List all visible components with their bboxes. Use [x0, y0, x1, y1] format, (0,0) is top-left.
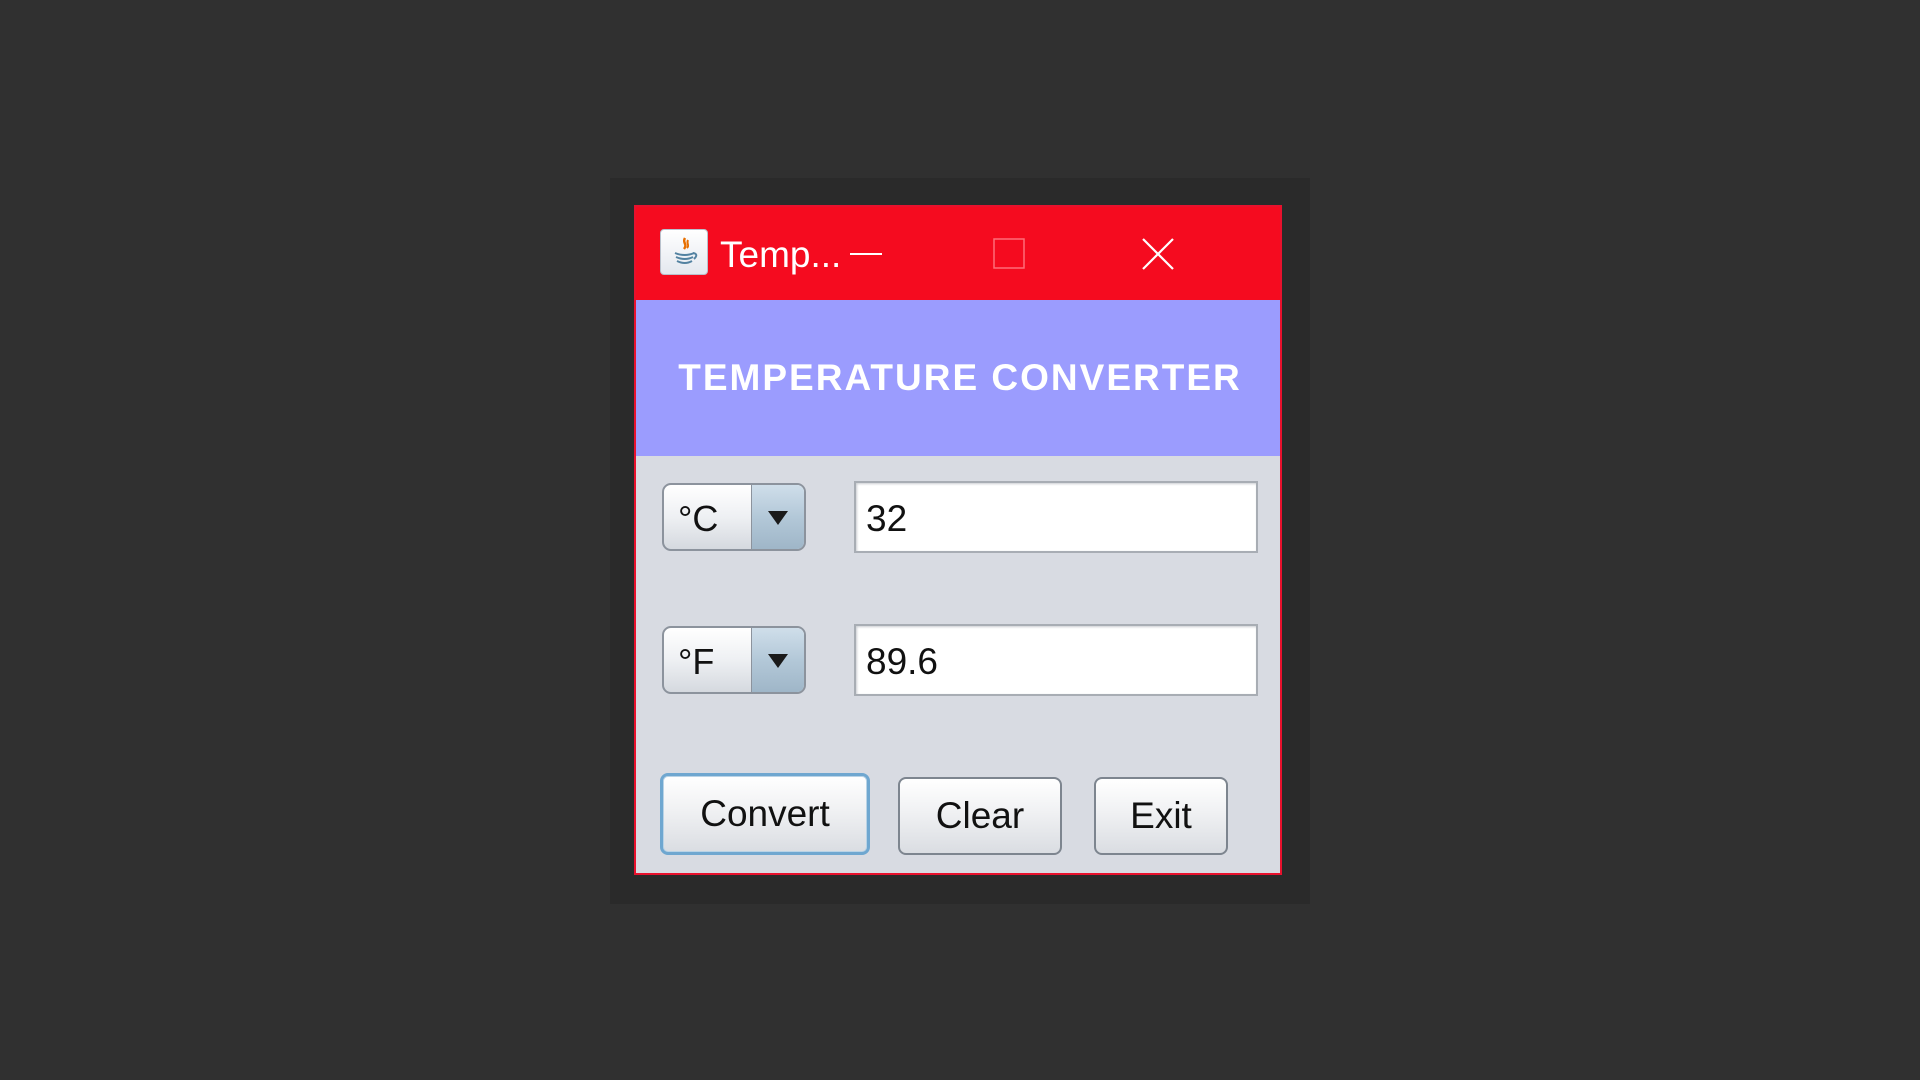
minimize-icon: [850, 253, 882, 255]
temperature-input-value: 89.6: [866, 641, 939, 682]
minimize-button[interactable]: [816, 207, 916, 300]
unit-select-value: °C: [678, 498, 719, 539]
java-icon: [660, 229, 708, 275]
chevron-down-icon: [768, 654, 788, 668]
temperature-input-value: 32: [866, 498, 908, 539]
close-button[interactable]: [1108, 207, 1208, 300]
unit-select-to[interactable]: °F: [662, 626, 806, 694]
clear-button[interactable]: Clear: [898, 777, 1062, 855]
close-icon: [1142, 238, 1174, 270]
header-title: TEMPERATURE CONVERTER: [678, 357, 1242, 398]
unit-select-from[interactable]: °C: [662, 483, 806, 551]
chevron-down-icon: [768, 511, 788, 525]
temperature-input-to[interactable]: 89.6: [854, 624, 1258, 696]
exit-button[interactable]: Exit: [1094, 777, 1228, 855]
title-bar[interactable]: Temp...: [636, 207, 1280, 300]
convert-button[interactable]: Convert: [660, 773, 870, 855]
unit-select-value: °F: [678, 641, 715, 682]
app-window: Temp... TEMPERATURE CONVERTER °C 32 °F 8…: [634, 205, 1282, 875]
dropdown-button[interactable]: [751, 628, 804, 692]
header-banner: TEMPERATURE CONVERTER: [636, 300, 1280, 456]
maximize-button[interactable]: [959, 207, 1059, 300]
maximize-icon: [993, 238, 1025, 269]
dropdown-button[interactable]: [751, 485, 804, 549]
temperature-input-from[interactable]: 32: [854, 481, 1258, 553]
